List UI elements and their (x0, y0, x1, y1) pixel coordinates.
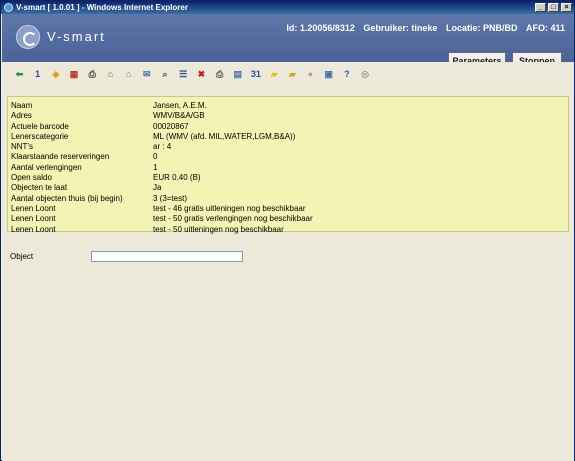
object-label: Object (10, 252, 34, 261)
users-icon[interactable]: ◎ (358, 67, 373, 82)
screen-icon-glyph: ▣ (324, 68, 333, 79)
house-return-icon[interactable]: ⌂ (121, 67, 136, 82)
info-row: Open saldo EUR 0.40 (B) (8, 173, 568, 183)
borrower-info-panel: Naam Jansen, A.E.M. Adres WMV/B&A/GB Actuele… (7, 96, 569, 235)
note-icon-glyph: ▰ (270, 68, 278, 79)
print-queue-icon[interactable]: ⎙ (212, 67, 227, 82)
info-value: 3 (3=test) (153, 193, 188, 203)
delete-icon-glyph: ✖ (197, 68, 206, 79)
help-icon-glyph: ? (344, 69, 350, 79)
tag-icon[interactable]: ◆ (48, 67, 63, 82)
piggy-bank-icon[interactable]: ● (303, 67, 318, 82)
search-document-icon[interactable]: ⌕ (158, 67, 173, 82)
browser-window: V-smart [ 1.0.01 ] - Windows Internet Ex… (0, 0, 575, 461)
minimize-button[interactable]: _ (535, 3, 546, 12)
info-label: Adres (11, 111, 32, 121)
notes-icon[interactable]: ▰ (285, 67, 300, 82)
help-icon[interactable]: ? (339, 67, 354, 82)
users-icon-glyph: ◎ (361, 68, 369, 79)
info-value: ML (WMV (afd. MIL,WATER,LGM,B&A)) (153, 131, 296, 141)
info-label: Lenerscategorie (11, 131, 69, 141)
house-books-icon-glyph: ⌂ (107, 69, 114, 79)
house-return-icon-glyph: ⌂ (125, 69, 132, 79)
info-value: test - 50 gratis verlengingen nog beschi… (153, 214, 313, 224)
info-value: EUR 0.40 (B) (153, 173, 201, 183)
app-header: V-smart Id: 1.20056/8312 Gebruiker: tine… (2, 14, 574, 69)
toolbar: ⬅ 1 ◆ ▦ ⎙ ⌂ ⌂ ✉ ⌕ ☰ ✖ ⎙ ▤ 31 ▰ ▰ ● ▣? ◎ (2, 62, 574, 86)
main-content: Naam Jansen, A.E.M. Adres WMV/B&A/GB Actuele… (2, 86, 574, 461)
clipboard-icon-glyph: ▤ (233, 68, 242, 79)
info-label: Lenen Loont (11, 203, 56, 213)
piggy-bank-icon-glyph: ● (307, 69, 314, 79)
info-row: Adres WMV/B&A/GB (8, 111, 568, 121)
info-row: Lenen Loont test - 50 gratis verlengingen… (8, 214, 568, 224)
info-label: Naam (11, 101, 33, 110)
info-value: Jansen, A.E.M. (153, 101, 207, 110)
mail-icon[interactable]: ✉ (139, 67, 154, 82)
session-id: Id: 1.20056/8312 (286, 23, 355, 33)
clipboard-icon[interactable]: ▤ (230, 67, 245, 82)
info-label: Lenen Loont (11, 214, 56, 224)
info-label: Klaarstaande reserveringen (11, 152, 110, 162)
delete-icon[interactable]: ✖ (194, 67, 209, 82)
object-input[interactable] (91, 251, 243, 262)
books-icon-glyph: ▦ (69, 68, 79, 79)
info-label: NNT's (11, 142, 33, 152)
info-value: 0 (153, 152, 158, 162)
mail-icon-glyph: ✉ (143, 68, 151, 79)
info-label: Objecten te laat (11, 183, 68, 193)
info-row: Lenen Loont test - 50 uitleningen nog bes… (8, 225, 568, 235)
info-row: Lenen Loont test - 46 gratis uitleningen … (8, 204, 568, 214)
session-afo: AFO: 411 (525, 23, 565, 33)
info-value: Ja (153, 183, 162, 193)
info-row: Lenerscategorie ML (WMV (afd. MIL,WATER,L… (8, 132, 568, 142)
session-user: Gebruiker: tineke (363, 23, 438, 33)
session-location: Locatie: PNB/BD (445, 23, 518, 33)
printer-icon[interactable]: ⎙ (85, 67, 100, 82)
info-row: Objecten te laat Ja (8, 183, 568, 193)
calendar-one-icon[interactable]: 1 (30, 67, 45, 82)
print-queue-icon-glyph: ⎙ (215, 68, 224, 79)
back-arrow-icon-glyph: ⬅ (15, 68, 24, 79)
brand-name: V-smart (47, 29, 106, 44)
info-label: Aantal verlengingen (11, 162, 82, 172)
info-value: test - 46 gratis uitleningen nog beschik… (153, 203, 306, 213)
info-value: WMV/B&A/GB (153, 111, 205, 121)
list-document-icon[interactable]: ☰ (176, 67, 191, 82)
session-info: Id: 1.20056/8312 Gebruiker: tineke Locat… (280, 23, 565, 33)
internet-explorer-icon (4, 3, 13, 12)
calendar-31-icon-glyph: 31 (250, 69, 261, 79)
search-document-icon-glyph: ⌕ (162, 68, 168, 79)
note-icon[interactable]: ▰ (267, 67, 282, 82)
info-row: Naam Jansen, A.E.M. (8, 101, 568, 111)
calendar-31-icon[interactable]: 31 (248, 67, 263, 82)
title-bar: V-smart [ 1.0.01 ] - Windows Internet Ex… (1, 1, 574, 14)
printer-icon-glyph: ⎙ (88, 68, 96, 79)
books-icon[interactable]: ▦ (67, 67, 82, 82)
info-value: ar : 4 (153, 142, 172, 152)
info-row: Actuele barcode 00020867 (8, 122, 568, 132)
screen-icon[interactable]: ▣ (321, 67, 336, 82)
info-value: 1 (153, 162, 158, 172)
vsmart-logo-icon (16, 25, 40, 49)
info-value: 00020867 (153, 121, 189, 131)
info-value: test - 50 uitleningen nog beschikbaar (153, 224, 284, 234)
calendar-one-icon-glyph: 1 (35, 69, 41, 79)
list-document-icon-glyph: ☰ (179, 68, 188, 79)
info-row: Aantal verlengingen 1 (8, 163, 568, 173)
info-label: Lenen Loont (11, 224, 56, 234)
notes-icon-glyph: ▰ (288, 68, 296, 79)
close-button[interactable]: × (561, 3, 572, 12)
info-label: Open saldo (11, 173, 52, 183)
tag-icon-glyph: ◆ (52, 68, 60, 79)
back-arrow-icon[interactable]: ⬅ (12, 67, 27, 82)
info-label: Actuele barcode (11, 121, 69, 131)
info-row: Aantal objecten thuis (bij begin) 3 (3=te… (8, 194, 568, 204)
house-books-icon[interactable]: ⌂ (103, 67, 118, 82)
info-row: NNT's ar : 4 (8, 142, 568, 152)
info-row: Klaarstaande reserveringen 0 (8, 152, 568, 162)
window-title: V-smart [ 1.0.01 ] - Windows Internet Ex… (16, 3, 188, 12)
info-label: Aantal objecten thuis (bij begin) (11, 193, 123, 203)
maximize-button[interactable]: □ (548, 3, 559, 12)
